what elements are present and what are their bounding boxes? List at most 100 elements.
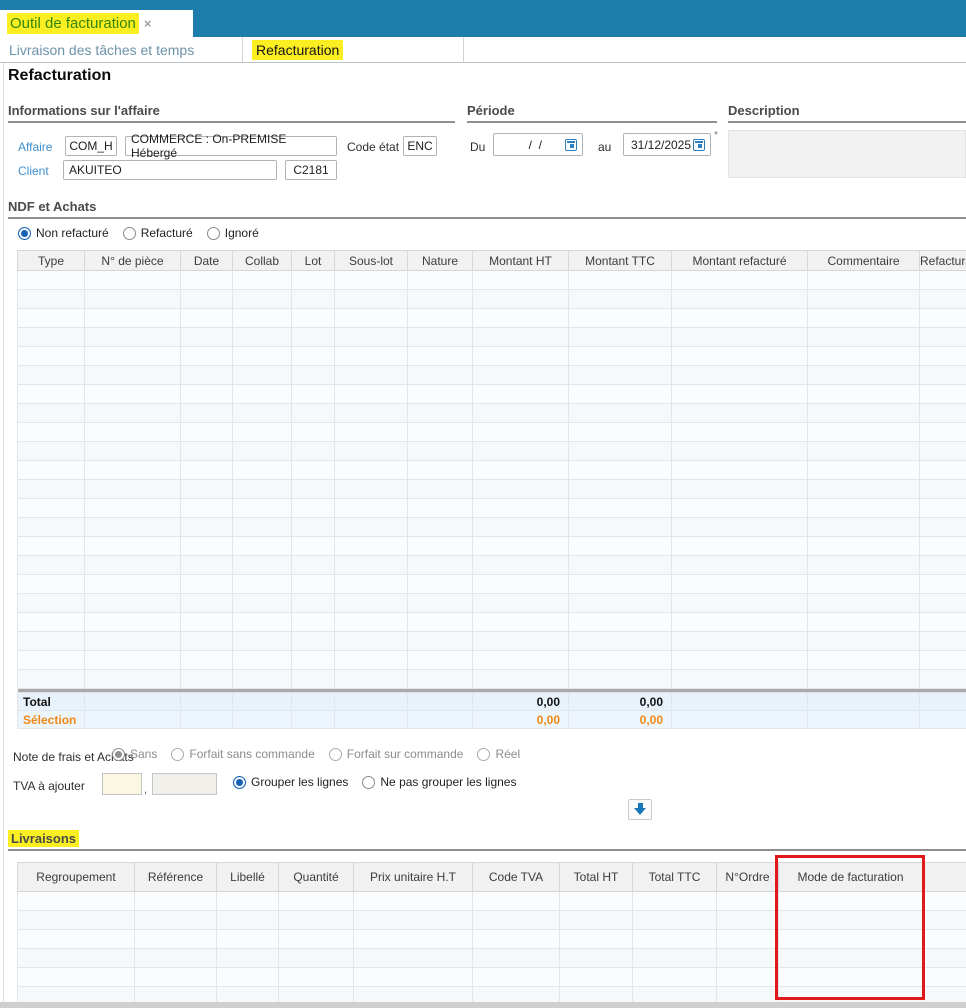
table-row[interactable] bbox=[17, 555, 966, 575]
table-row[interactable] bbox=[17, 365, 966, 385]
radio-option-refactur-[interactable]: Refacturé bbox=[122, 226, 193, 240]
client-name-field[interactable]: AKUITEO bbox=[63, 160, 277, 180]
radio-button-icon[interactable] bbox=[18, 226, 31, 240]
table-cell bbox=[919, 593, 966, 613]
table-row[interactable] bbox=[17, 650, 966, 670]
column-header-total-ht[interactable]: Total HT bbox=[559, 862, 633, 892]
table-cell bbox=[17, 555, 85, 575]
table-cell bbox=[291, 692, 335, 711]
column-header-code-tva[interactable]: Code TVA bbox=[472, 862, 560, 892]
radio-option-ignor-[interactable]: Ignoré bbox=[206, 226, 259, 240]
radio-button-icon[interactable] bbox=[362, 775, 376, 789]
table-row[interactable] bbox=[17, 498, 966, 518]
table-row[interactable] bbox=[17, 536, 966, 556]
table-cell bbox=[291, 555, 335, 575]
table-cell bbox=[134, 891, 217, 911]
column-header-n-de-pi-ce[interactable]: N° de pièce bbox=[84, 250, 181, 271]
column-header-commentaire[interactable]: Commentaire bbox=[807, 250, 920, 271]
table-cell bbox=[180, 555, 233, 575]
column-header-lot[interactable]: Lot bbox=[291, 250, 335, 271]
tab-refacturation[interactable]: Refacturation bbox=[243, 37, 464, 62]
table-row[interactable] bbox=[17, 403, 966, 423]
column-header-montant-ht[interactable]: Montant HT bbox=[472, 250, 569, 271]
tab-livraison-des-taches-et-temps[interactable]: Livraison des tâches et temps bbox=[0, 37, 243, 62]
radio-button-icon[interactable] bbox=[122, 226, 136, 240]
column-header-mode-de-facturation[interactable]: Mode de facturation bbox=[778, 862, 923, 892]
tva-integer-input[interactable] bbox=[102, 773, 142, 795]
column-header-regroupement[interactable]: Regroupement bbox=[17, 862, 135, 892]
table-row[interactable] bbox=[17, 289, 966, 309]
table-cell bbox=[472, 929, 560, 949]
column-header-quantit-[interactable]: Quantité bbox=[278, 862, 354, 892]
table-cell bbox=[232, 422, 292, 442]
panel-left-border bbox=[3, 63, 4, 1002]
column-header-n-ordre[interactable]: N°Ordre bbox=[716, 862, 779, 892]
date-to-field[interactable]: 31/12/2025 bbox=[623, 133, 711, 156]
column-header-r-f-rence[interactable]: Référence bbox=[134, 862, 217, 892]
affaire-code-field[interactable]: COM_H bbox=[65, 136, 117, 156]
table-row[interactable] bbox=[17, 612, 966, 632]
column-header-sous-lot[interactable]: Sous-lot bbox=[334, 250, 408, 271]
table-row[interactable] bbox=[17, 384, 966, 404]
table-row[interactable] bbox=[17, 948, 966, 968]
table-row[interactable] bbox=[17, 967, 966, 987]
column-header-montant-ttc[interactable]: Montant TTC bbox=[568, 250, 672, 271]
affaire-name-field[interactable]: COMMERCE : On-PREMISE Hébergé bbox=[125, 132, 337, 160]
description-textarea[interactable] bbox=[728, 130, 966, 178]
client-code-field[interactable]: C2181 bbox=[285, 160, 337, 180]
table-cell bbox=[472, 289, 569, 309]
code-etat-field[interactable]: ENC bbox=[403, 136, 437, 156]
calendar-icon[interactable] bbox=[565, 138, 577, 151]
column-header-nature[interactable]: Nature bbox=[407, 250, 473, 271]
table-cell bbox=[472, 460, 569, 480]
table-cell bbox=[232, 403, 292, 423]
radio-button-icon[interactable] bbox=[206, 226, 220, 240]
table-row[interactable] bbox=[17, 669, 966, 689]
column-header-collab[interactable]: Collab bbox=[232, 250, 292, 271]
table-cell bbox=[559, 948, 633, 968]
table-row[interactable] bbox=[17, 346, 966, 366]
calendar-icon[interactable] bbox=[693, 138, 705, 151]
radio-option-non-refactur-[interactable]: Non refacturé bbox=[18, 226, 109, 240]
column-header-refactura[interactable]: Refactura bbox=[919, 250, 966, 271]
table-row[interactable] bbox=[17, 593, 966, 613]
column-header-total-ttc[interactable]: Total TTC bbox=[632, 862, 717, 892]
table-row[interactable] bbox=[17, 891, 966, 911]
table-row[interactable] bbox=[17, 327, 966, 347]
table-cell bbox=[232, 612, 292, 632]
table-cell bbox=[671, 308, 808, 328]
column-header-date[interactable]: Date bbox=[180, 250, 233, 271]
window-tab-outil-de-facturation[interactable]: Outil de facturation × bbox=[0, 10, 193, 37]
radio-option-ne-pas-grouper-les-lignes[interactable]: Ne pas grouper les lignes bbox=[362, 775, 516, 789]
table-cell bbox=[134, 967, 217, 987]
table-row[interactable] bbox=[17, 422, 966, 442]
table-row[interactable] bbox=[17, 308, 966, 328]
column-header-type[interactable]: Type bbox=[17, 250, 85, 271]
table-row[interactable] bbox=[17, 479, 966, 499]
column-header-prix-unitaire-h-t[interactable]: Prix unitaire H.T bbox=[353, 862, 473, 892]
table-cell bbox=[291, 612, 335, 632]
close-icon[interactable]: × bbox=[144, 16, 152, 31]
date-from-field[interactable]: / / bbox=[493, 133, 583, 156]
table-row[interactable] bbox=[17, 929, 966, 949]
column-header-blank[interactable] bbox=[922, 862, 966, 892]
table-row[interactable] bbox=[17, 270, 966, 290]
move-down-button[interactable] bbox=[628, 799, 652, 820]
livraisons-table: Regroupement Référence Libellé Quantité Prix… bbox=[17, 862, 966, 1006]
table-cell bbox=[919, 536, 966, 556]
radio-option-grouper-les-lignes[interactable]: Grouper les lignes bbox=[233, 775, 348, 789]
table-row[interactable] bbox=[17, 910, 966, 930]
table-row[interactable] bbox=[17, 460, 966, 480]
table-cell bbox=[807, 346, 920, 366]
column-header-montant-refactur-[interactable]: Montant refacturé bbox=[671, 250, 808, 271]
tva-decimal-input[interactable] bbox=[152, 773, 217, 795]
radio-button-icon[interactable] bbox=[233, 775, 246, 789]
table-row[interactable] bbox=[17, 631, 966, 651]
column-header-libell-[interactable]: Libellé bbox=[216, 862, 279, 892]
table-row[interactable] bbox=[17, 517, 966, 537]
table-row[interactable] bbox=[17, 441, 966, 461]
table-cell bbox=[632, 910, 717, 930]
table-row[interactable] bbox=[17, 574, 966, 594]
table-cell bbox=[407, 270, 473, 290]
horizontal-scrollbar[interactable] bbox=[0, 1002, 966, 1008]
